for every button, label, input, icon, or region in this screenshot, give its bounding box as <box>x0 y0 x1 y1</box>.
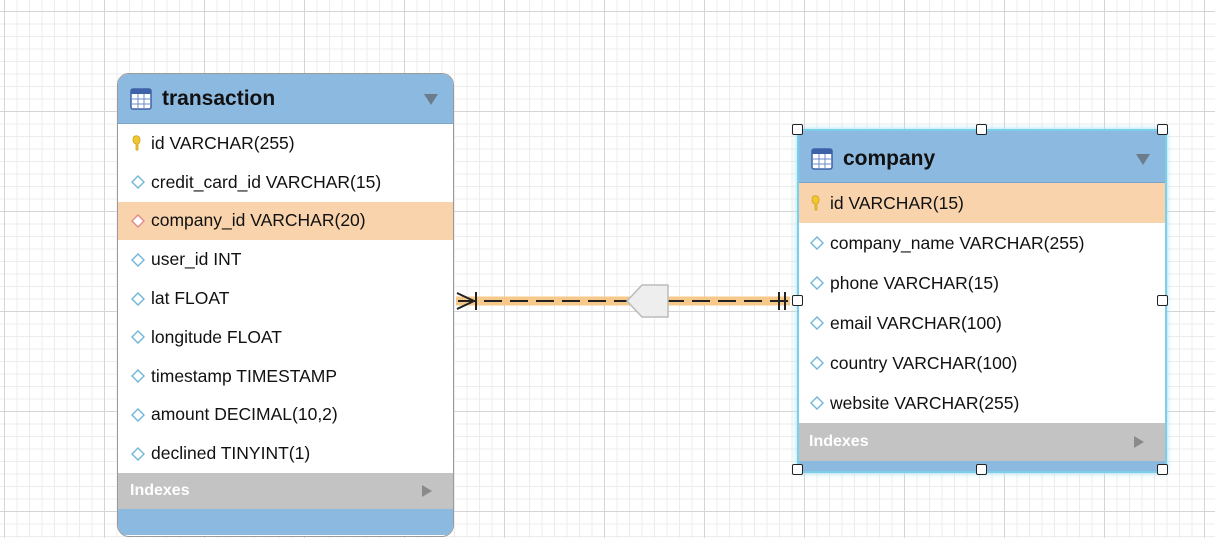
column-row[interactable]: lat FLOAT <box>118 279 453 318</box>
column-diamond-icon <box>809 395 825 411</box>
foreign-key-diamond-icon <box>130 213 146 229</box>
column-list: id VARCHAR(15) company_name VARCHAR(255) p… <box>799 183 1165 423</box>
indexes-section[interactable]: Indexes <box>118 473 453 510</box>
resize-handle-bottom-left[interactable] <box>792 464 803 475</box>
column-diamond-icon <box>809 235 825 251</box>
column-diamond-icon <box>809 315 825 331</box>
column-label: credit_card_id VARCHAR(15) <box>151 171 382 192</box>
column-label: timestamp TIMESTAMP <box>151 365 338 386</box>
column-label: company_id VARCHAR(20) <box>151 210 366 231</box>
column-diamond-icon <box>130 291 146 307</box>
resize-handle-left[interactable] <box>792 295 803 306</box>
column-diamond-icon <box>130 329 146 345</box>
column-label: country VARCHAR(100) <box>830 352 1018 373</box>
column-diamond-icon <box>130 368 146 384</box>
collapse-triangle-icon[interactable] <box>423 92 439 106</box>
table-title: transaction <box>162 86 276 110</box>
column-row[interactable]: amount DECIMAL(10,2) <box>118 396 453 435</box>
column-label: id VARCHAR(255) <box>151 132 295 153</box>
column-row[interactable]: credit_card_id VARCHAR(15) <box>118 163 453 202</box>
resize-handle-top-left[interactable] <box>792 124 803 135</box>
table-icon <box>130 87 152 110</box>
indexes-label: Indexes <box>130 482 190 500</box>
resize-handle-top-right[interactable] <box>1157 124 1168 135</box>
resize-handle-bottom[interactable] <box>976 464 987 475</box>
indexes-section[interactable]: Indexes <box>799 423 1165 461</box>
column-row[interactable]: id VARCHAR(15) <box>799 183 1165 223</box>
relationship-connector-handle[interactable] <box>625 284 669 318</box>
column-diamond-icon <box>130 252 146 268</box>
column-label: declined TINYINT(1) <box>151 443 311 464</box>
table-header[interactable]: transaction <box>118 74 453 124</box>
column-label: phone VARCHAR(15) <box>830 272 999 293</box>
column-diamond-icon <box>809 355 825 371</box>
table-title: company <box>843 146 936 170</box>
column-row[interactable]: phone VARCHAR(15) <box>799 263 1165 303</box>
collapse-triangle-icon[interactable] <box>1135 152 1151 166</box>
expand-triangle-icon[interactable] <box>1133 435 1145 449</box>
column-diamond-icon <box>809 275 825 291</box>
column-row[interactable]: longitude FLOAT <box>118 318 453 357</box>
column-label: user_id INT <box>151 249 242 270</box>
column-row[interactable]: timestamp TIMESTAMP <box>118 357 453 396</box>
primary-key-icon <box>809 195 825 211</box>
column-row[interactable]: company_id VARCHAR(20) <box>118 201 453 241</box>
column-label: longitude FLOAT <box>151 326 282 347</box>
column-diamond-icon <box>130 407 146 423</box>
primary-key-icon <box>130 135 146 151</box>
column-diamond-icon <box>130 446 146 462</box>
column-label: company_name VARCHAR(255) <box>830 232 1085 253</box>
column-label: amount DECIMAL(10,2) <box>151 404 338 425</box>
indexes-label: Indexes <box>809 433 869 450</box>
column-row[interactable]: company_name VARCHAR(255) <box>799 223 1165 263</box>
column-label: id VARCHAR(15) <box>830 192 964 213</box>
column-label: lat FLOAT <box>151 288 230 309</box>
table-company[interactable]: company id VARCHAR(15) company_name VARCH… <box>797 129 1167 473</box>
column-label: email VARCHAR(100) <box>830 312 1002 333</box>
resize-handle-bottom-right[interactable] <box>1157 464 1168 475</box>
table-header[interactable]: company <box>799 131 1165 183</box>
column-row[interactable]: website VARCHAR(255) <box>799 383 1165 423</box>
column-row[interactable]: country VARCHAR(100) <box>799 343 1165 383</box>
table-transaction[interactable]: transaction id VARCHAR(255) credit_card_i… <box>117 73 454 537</box>
table-footer <box>118 509 453 536</box>
table-icon <box>811 147 833 170</box>
column-row[interactable]: id VARCHAR(255) <box>118 124 453 163</box>
column-row[interactable]: user_id INT <box>118 240 453 279</box>
column-row[interactable]: email VARCHAR(100) <box>799 303 1165 343</box>
column-label: website VARCHAR(255) <box>830 392 1020 413</box>
expand-triangle-icon[interactable] <box>421 484 433 498</box>
resize-handle-top[interactable] <box>976 124 987 135</box>
column-row[interactable]: declined TINYINT(1) <box>118 434 453 473</box>
column-diamond-icon <box>130 174 146 190</box>
column-list: id VARCHAR(255) credit_card_id VARCHAR(15… <box>118 124 453 474</box>
resize-handle-right[interactable] <box>1157 295 1168 306</box>
